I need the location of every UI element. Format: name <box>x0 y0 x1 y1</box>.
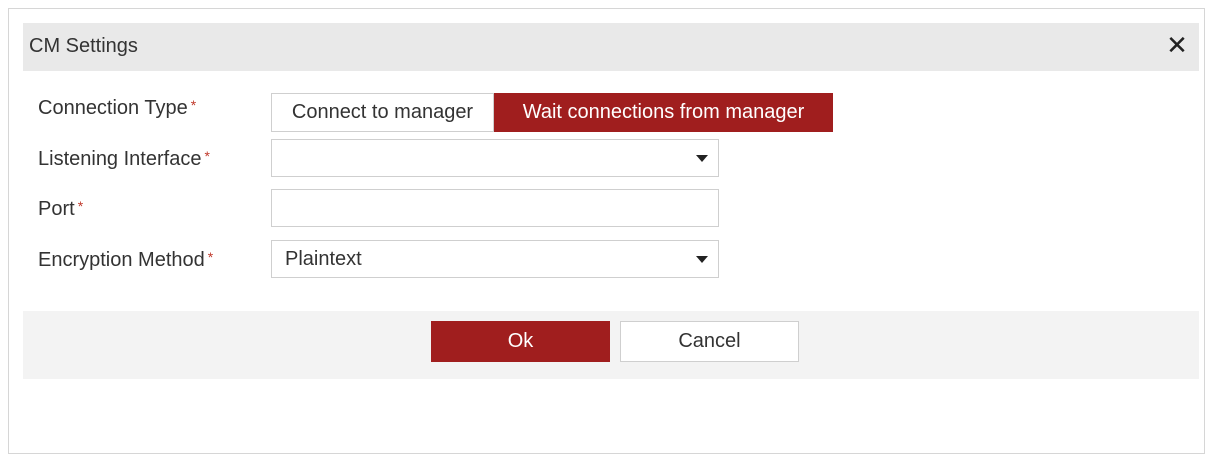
listening-interface-label-text: Listening Interface <box>38 148 202 170</box>
required-marker: * <box>204 148 210 164</box>
dialog-titlebar: CM Settings ✕ <box>23 23 1199 71</box>
port-input[interactable] <box>271 189 719 227</box>
chevron-down-icon <box>696 155 708 162</box>
dialog-title: CM Settings <box>29 35 138 57</box>
encryption-method-select[interactable]: Plaintext <box>271 240 719 278</box>
ok-button[interactable]: Ok <box>431 321 610 362</box>
cm-settings-dialog: CM Settings ✕ Connection Type * Connect t… <box>8 8 1205 454</box>
encryption-method-label-text: Encryption Method <box>38 249 205 271</box>
cancel-button[interactable]: Cancel <box>620 321 799 362</box>
wait-connections-option[interactable]: Wait connections from manager <box>494 93 833 132</box>
required-marker: * <box>190 97 197 113</box>
dialog-footer: Ok Cancel <box>23 311 1199 379</box>
connect-to-manager-option[interactable]: Connect to manager <box>271 93 494 132</box>
chevron-down-icon <box>696 256 708 263</box>
encryption-method-label: Encryption Method * <box>38 249 213 272</box>
connection-type-label-text: Connection Type <box>38 97 188 119</box>
listening-interface-label: Listening Interface * <box>38 148 210 171</box>
encryption-method-value: Plaintext <box>285 248 362 270</box>
listening-interface-select[interactable] <box>271 139 719 177</box>
required-marker: * <box>207 249 214 265</box>
port-label-text: Port <box>38 198 75 220</box>
connection-type-label: Connection Type * <box>38 97 196 120</box>
required-marker: * <box>77 198 84 214</box>
close-icon[interactable]: ✕ <box>1163 29 1191 61</box>
port-label: Port * <box>38 198 83 221</box>
